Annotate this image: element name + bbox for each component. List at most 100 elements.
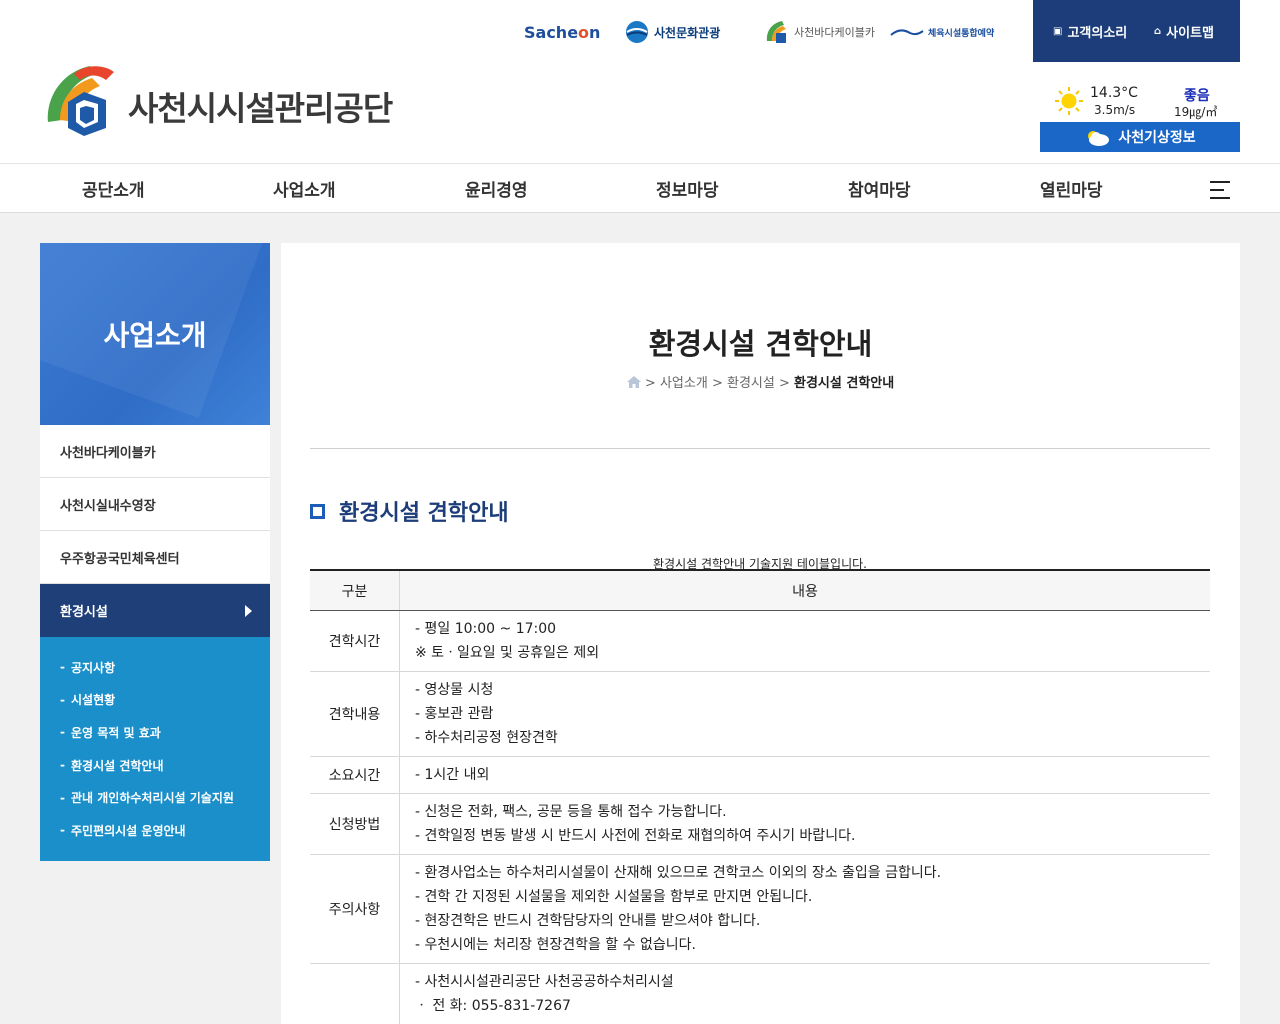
row-value: - 영상물 시청 - 홍보관 관람 - 하수처리공정 현장견학 [400, 672, 1210, 756]
row-key: 소요시간 [310, 757, 400, 793]
row-line: - 환경사업소는 하수처리시설물이 산재해 있으므로 견학코스 이외의 장소 출… [415, 865, 942, 881]
hamburger-bar [1210, 189, 1224, 191]
home-small-icon: ⌂ [1154, 26, 1162, 37]
row-key [310, 964, 400, 1024]
table-row: - 사천시시설관리공단 사천공공하수처리시설 ㆍ 전 화: 055-831-72… [310, 964, 1210, 1024]
lnb-header: 사업소개 [40, 243, 270, 425]
logo-mark-icon [47, 66, 114, 136]
section-title: 환경시설 견학안내 [310, 495, 509, 527]
table-row: 신청방법 - 신청은 전화, 팩스, 공문 등을 통해 접수 가능합니다. - … [310, 794, 1210, 855]
lnb-item-sports-center[interactable]: 우주항공국민체육센터 [40, 531, 270, 584]
row-line: - 하수처리공정 현장견학 [415, 730, 558, 746]
lnb-sub-notice[interactable]: 공지사항 [60, 651, 270, 684]
main-content: 환경시설 견학안내 > 사업소개 > 환경시설 > 환경시설 견학안내 환경시설… [281, 243, 1240, 1024]
customer-voice-label: 고객의소리 [1067, 26, 1128, 41]
air-quality-value: 19㎍/㎥ [1174, 105, 1218, 119]
sacheon-link-text: Sache [524, 22, 579, 42]
row-value: - 환경사업소는 하수처리시설물이 산재해 있으므로 견학코스 이외의 장소 출… [400, 855, 1210, 963]
row-line: - 신청은 전화, 팩스, 공문 등을 통해 접수 가능합니다. [415, 804, 727, 820]
sun-icon [1055, 87, 1083, 115]
table-header-row: 구분 내용 [310, 571, 1210, 611]
table-header-category: 구분 [310, 571, 400, 610]
arrow-right-icon [245, 604, 252, 617]
row-line: - 견학 간 지정된 시설물을 제외한 시설물을 함부로 만지면 안됩니다. [415, 889, 813, 905]
lnb-sub-tour[interactable]: 환경시설 견학안내 [60, 749, 270, 782]
breadcrumb-separator: > [644, 376, 656, 391]
square-bullet-icon [310, 503, 325, 519]
all-menu-button[interactable] [1210, 181, 1230, 199]
row-line: - 홍보관 관람 [415, 706, 494, 722]
row-value: - 1시간 내외 [400, 757, 1210, 793]
hamburger-bar [1210, 181, 1230, 183]
customer-voice-link[interactable]: ▣ 고객의소리 [1053, 22, 1127, 41]
gnb-item-open[interactable]: 열린마당 [1040, 176, 1103, 201]
lnb-item-pool[interactable]: 사천시실내수영장 [40, 478, 270, 531]
row-key: 견학내용 [310, 672, 400, 756]
site-header: 사천시시설관리공단 Sache o n 사천문화관광 사천바다케이블카 체육시설… [0, 0, 1280, 163]
lnb-sub-purpose[interactable]: 운영 목적 및 효과 [60, 716, 270, 749]
table-row: 견학시간 - 평일 10:00 ~ 17:00 ※ 토ㆍ일요일 및 공휴일은 제… [310, 611, 1210, 672]
document-icon: ▣ [1053, 26, 1063, 37]
weather-info-button[interactable]: 사천기상정보 [1040, 122, 1240, 152]
cablecar-link[interactable]: 사천바다케이블카 [764, 14, 875, 50]
weather-info-label: 사천기상정보 [1118, 130, 1196, 146]
breadcrumb-separator: > [711, 376, 723, 391]
breadcrumb-separator: > [778, 376, 790, 391]
culture-tourism-link[interactable]: 사천문화관광 [624, 14, 720, 50]
gnb-item-ethics[interactable]: 윤리경영 [465, 176, 528, 201]
site-logo[interactable]: 사천시시설관리공단 [40, 62, 393, 138]
sports-reservation-link[interactable]: 체육시설통합예약 [890, 14, 994, 50]
row-key: 견학시간 [310, 611, 400, 671]
sitemap-label: 사이트맵 [1166, 26, 1215, 41]
tour-info-table: 구분 내용 견학시간 - 평일 10:00 ~ 17:00 ※ 토ㆍ일요일 및 … [310, 569, 1210, 1024]
lnb-title: 사업소개 [103, 319, 207, 352]
lnb-item-cablecar[interactable]: 사천바다케이블카 [40, 425, 270, 478]
row-value: - 사천시시설관리공단 사천공공하수처리시설 ㆍ 전 화: 055-831-72… [400, 964, 1210, 1024]
breadcrumb-environment[interactable]: 환경시설 [727, 376, 775, 391]
row-line: - 1시간 내외 [415, 767, 490, 783]
breadcrumb: > 사업소개 > 환경시설 > 환경시설 견학안내 [281, 372, 1240, 391]
table-row: 주의사항 - 환경사업소는 하수처리시설물이 산재해 있으므로 견학코스 이외의… [310, 855, 1210, 964]
row-line: - 평일 10:00 ~ 17:00 [415, 621, 557, 637]
row-key: 신청방법 [310, 794, 400, 854]
lnb-submenu: 공지사항 시설현황 운영 목적 및 효과 환경시설 견학안내 관내 개인하수처리… [40, 637, 270, 861]
row-line: - 우천시에는 처리장 현장견학을 할 수 없습니다. [415, 937, 696, 953]
wind-speed: 3.5m/s [1094, 103, 1136, 117]
gnb-item-business[interactable]: 사업소개 [273, 176, 336, 201]
air-quality-status: 좋음 [1184, 88, 1210, 104]
table-header-content: 내용 [792, 583, 818, 600]
lnb-sub-amenities[interactable]: 주민편의시설 운영안내 [60, 814, 270, 847]
lnb-item-environment[interactable]: 환경시설 [40, 584, 270, 637]
row-value: - 신청은 전화, 팩스, 공문 등을 통해 접수 가능합니다. - 견학일정 … [400, 794, 1210, 854]
breadcrumb-business[interactable]: 사업소개 [660, 376, 708, 391]
section-title-text: 환경시설 견학안내 [339, 501, 509, 526]
logo-text: 사천시시설관리공단 [128, 89, 393, 128]
row-line: ※ 토ㆍ일요일 및 공휴일은 제외 [415, 645, 600, 661]
table-row: 견학내용 - 영상물 시청 - 홍보관 관람 - 하수처리공정 현장견학 [310, 672, 1210, 757]
sports-link-label: 체육시설통합예약 [928, 28, 995, 39]
row-key: 주의사항 [310, 855, 400, 963]
cloud-icon [1088, 131, 1110, 146]
home-icon[interactable] [626, 376, 641, 388]
hamburger-bar [1210, 197, 1230, 199]
breadcrumb-current: 환경시설 견학안내 [794, 376, 895, 391]
row-line: ㆍ 전 화: 055-831-7267 [415, 998, 571, 1014]
title-divider [310, 448, 1210, 449]
cablecar-logo-icon [766, 21, 786, 43]
gnb-item-about[interactable]: 공단소개 [82, 176, 145, 201]
gnb-item-participation[interactable]: 참여마당 [848, 176, 911, 201]
sitemap-link[interactable]: ⌂ 사이트맵 [1154, 22, 1214, 41]
row-line: - 현장견학은 반드시 견학담당자의 안내를 받으셔야 합니다. [415, 913, 761, 929]
main-navigation: 공단소개 사업소개 윤리경영 정보마당 참여마당 열린마당 [0, 163, 1280, 213]
cablecar-link-label: 사천바다케이블카 [794, 26, 875, 39]
gnb-item-info[interactable]: 정보마당 [656, 176, 719, 201]
lnb-item-environment-label: 환경시설 [60, 605, 108, 620]
lnb-sub-tech-support[interactable]: 관내 개인하수처리시설 기술지원 [60, 781, 270, 814]
culture-logo-icon [626, 21, 648, 43]
sacheon-city-link[interactable]: Sache o n [524, 14, 600, 50]
row-line: - 영상물 시청 [415, 682, 494, 698]
lnb-sub-facilities[interactable]: 시설현황 [60, 684, 270, 717]
sacheon-link-o: o [578, 22, 590, 42]
utility-menu: ▣ 고객의소리 ⌂ 사이트맵 [1033, 0, 1240, 62]
culture-link-label: 사천문화관광 [654, 25, 721, 40]
